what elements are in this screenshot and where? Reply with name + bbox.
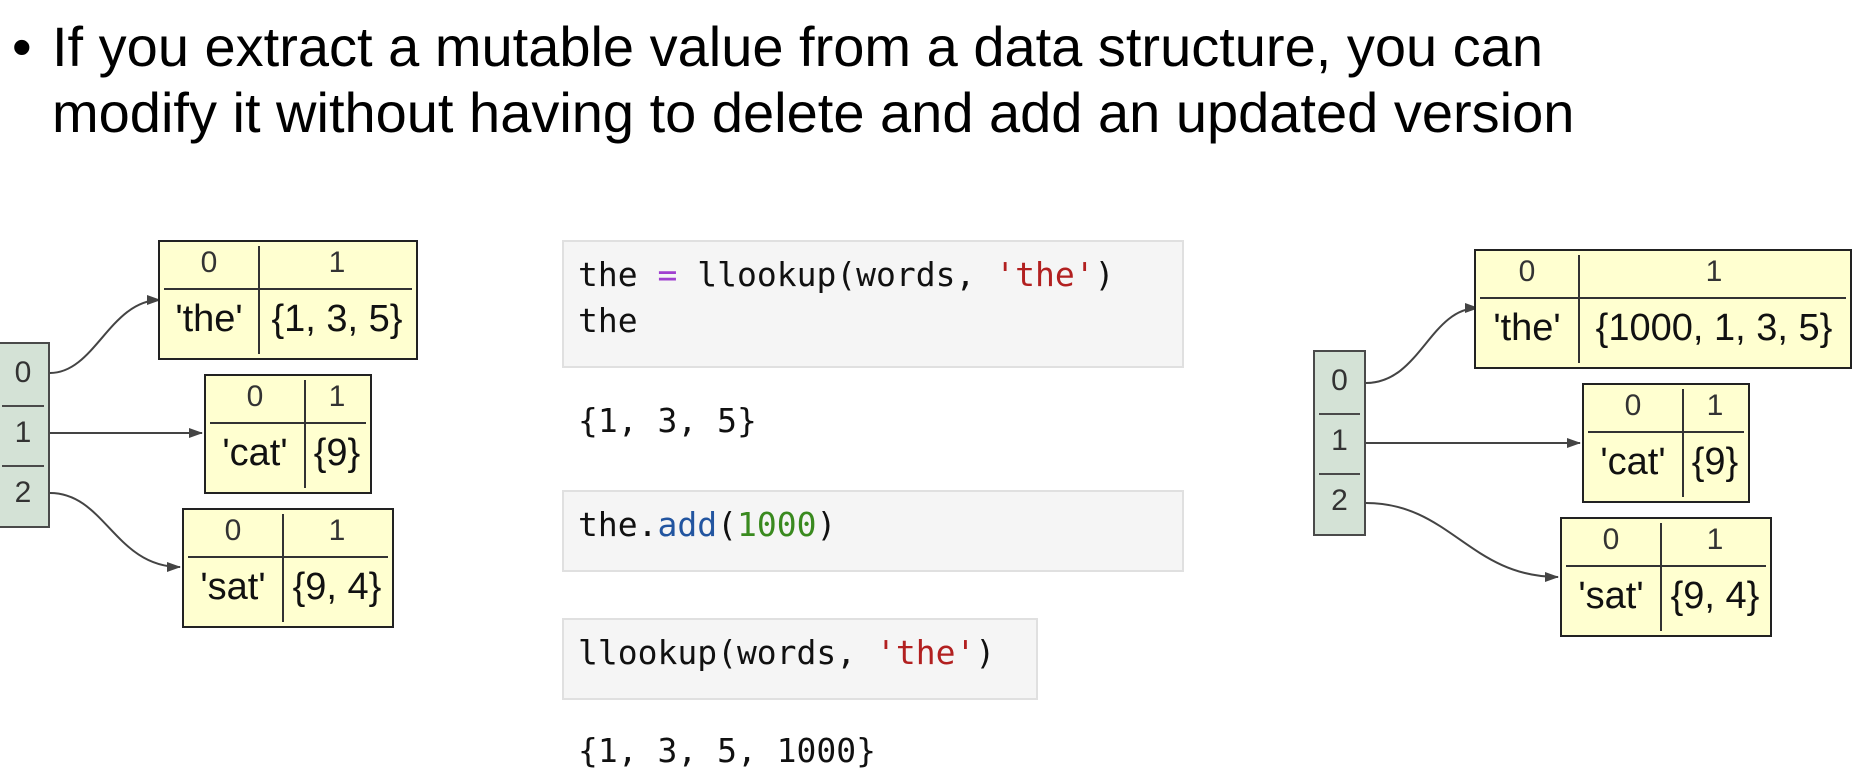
left-arrow-2 [49,492,181,572]
left-tuple-the: 0 1 'the' {1, 3, 5} [158,240,418,360]
tuple-header-1: 1 [1706,523,1724,556]
tuple-header-1: 1 [1705,255,1723,288]
tuple-key: 'sat' [200,566,266,608]
tuple-value: {1000, 1, 3, 5} [1595,307,1833,349]
code-close-paren: ) [1094,255,1115,294]
right-list-index-1: 1 [1331,424,1348,457]
tuple-value: {9, 4} [1670,575,1760,617]
code-call: llookup(words, [697,255,996,294]
tuple-key: 'the' [175,298,243,340]
right-tuple-sat: 0 1 'sat' {9, 4} [1560,517,1772,637]
tuple-header-0: 0 [224,514,242,547]
tuple-header-1: 1 [328,380,346,413]
tuple-header-1: 1 [328,246,346,279]
tuple-key: 'sat' [1578,575,1644,617]
tuple-header-1: 1 [1706,389,1724,422]
right-tuple-the: 0 1 'the' {1000, 1, 3, 5} [1474,249,1852,369]
tuple-value: {9} [313,432,361,474]
left-list-index-1: 1 [14,416,32,449]
tuple-header-1: 1 [328,514,346,547]
right-arrow-0 [1365,303,1479,384]
tuple-key: 'cat' [1600,441,1666,483]
right-list-index-2: 2 [1331,484,1348,517]
code-input-cell-1[interactable]: the = llookup(words, 'the') the [562,240,1184,368]
tuple-key: 'the' [1493,307,1561,349]
code-output-3: {1, 3, 5, 1000} [578,731,877,770]
code-string-arg: 'the' [995,255,1095,294]
left-tuple-sat: 0 1 'sat' {9, 4} [182,508,394,628]
code-output-1: {1, 3, 5} [578,401,757,440]
tuple-header-0: 0 [200,246,218,279]
code-close-paren: ) [975,633,996,672]
code-var: the [578,255,638,294]
code-input-cell-2[interactable]: the.add(1000) [562,490,1184,572]
tuple-value: {9, 4} [292,566,382,608]
code-object: the. [578,505,658,544]
tuple-header-0: 0 [1602,523,1620,556]
tuple-header-0: 0 [1624,389,1642,422]
tuple-value: {1, 3, 5} [271,298,403,340]
tuple-header-0: 0 [1518,255,1536,288]
code-input-cell-3[interactable]: llookup(words, 'the') [562,618,1038,700]
code-call: llookup(words, [578,633,877,672]
code-operator: = [657,255,678,294]
code-method: add [657,505,718,544]
left-arrow-0 [49,295,161,374]
right-tuple-cat: 0 1 'cat' {9} [1582,383,1750,503]
code-number: 1000 [736,505,817,544]
tuple-header-0: 0 [246,380,264,413]
code-string-arg: 'the' [876,633,976,672]
tuple-key: 'cat' [222,432,288,474]
code-close-paren: ) [816,505,837,544]
right-list-index-0: 0 [1331,364,1348,397]
right-list: 0 1 2 [1313,350,1366,536]
right-arrow-2 [1365,502,1559,582]
code-line-2: the [578,301,638,340]
left-list-index-0: 0 [14,356,32,389]
left-tuple-cat: 0 1 'cat' {9} [204,374,372,494]
code-open-paren: ( [717,505,737,544]
left-list: 0 1 2 [0,342,50,528]
left-list-index-2: 2 [14,476,32,509]
tuple-value: {9} [1691,441,1739,483]
